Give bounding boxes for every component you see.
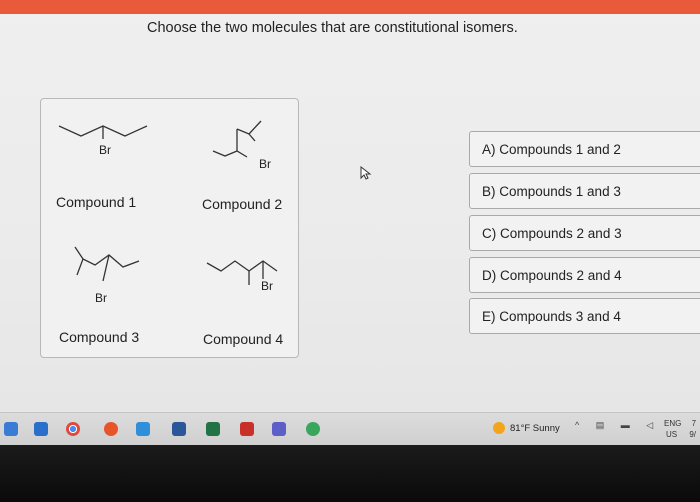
compound-2-label: Compound 2: [202, 196, 283, 212]
choice-d[interactable]: D) Compounds 2 and 4: [469, 257, 700, 293]
monitor-bezel: [0, 445, 700, 502]
app-icon-red[interactable]: [240, 422, 254, 436]
choice-e[interactable]: E) Compounds 3 and 4: [469, 298, 700, 334]
choice-c[interactable]: C) Compounds 2 and 3: [469, 215, 700, 251]
compound-1-br: Br: [99, 143, 111, 157]
compound-3-br: Br: [95, 291, 107, 305]
choice-b[interactable]: B) Compounds 1 and 3: [469, 173, 700, 209]
app-icon-photos[interactable]: [136, 422, 150, 436]
compound-3-label: Compound 3: [59, 329, 140, 345]
language-indicator[interactable]: ENG 7 US 9/: [664, 418, 696, 440]
excel-icon[interactable]: [206, 422, 220, 436]
choice-a[interactable]: A) Compounds 1 and 2: [469, 131, 700, 167]
compound-1-label: Compound 1: [56, 194, 137, 210]
weather-sun-icon: [493, 422, 505, 434]
compound-4-br: Br: [261, 279, 273, 293]
compounds-panel: Br Compound 1 Br Compound 2 Br Compound …: [40, 98, 299, 358]
system-tray: ^ ▤ ▬ ◁: [575, 420, 653, 431]
clock-fragment-1: 7: [691, 419, 697, 428]
network-icon[interactable]: ▤: [596, 420, 605, 430]
lang-eng: ENG: [664, 419, 682, 428]
question-text: Choose the two molecules that are consti…: [147, 20, 518, 36]
teams-icon[interactable]: [272, 422, 286, 436]
weather-text[interactable]: 81°F Sunny: [510, 423, 560, 434]
compound-4-structure: [206, 260, 278, 285]
compound-4-label: Compound 4: [203, 331, 284, 347]
pointer-cursor-icon: [360, 166, 372, 180]
chrome-icon[interactable]: [66, 422, 80, 436]
lang-us: US: [666, 430, 678, 439]
app-icon-orange[interactable]: [104, 422, 118, 436]
battery-icon[interactable]: ▬: [621, 420, 630, 430]
compound-2-br: Br: [259, 157, 271, 171]
word-icon[interactable]: [172, 422, 186, 436]
app-icon-green[interactable]: [306, 422, 320, 436]
compound-3-structure: [74, 246, 140, 282]
speaker-icon[interactable]: ◁: [646, 420, 653, 430]
app-icon-1[interactable]: [34, 422, 48, 436]
start-icon[interactable]: [4, 422, 18, 436]
quiz-screen: Choose the two molecules that are consti…: [0, 0, 700, 412]
clock-fragment-2: 9/: [689, 430, 697, 439]
chevron-up-icon[interactable]: ^: [575, 420, 579, 430]
top-accent-bar: [0, 0, 700, 14]
